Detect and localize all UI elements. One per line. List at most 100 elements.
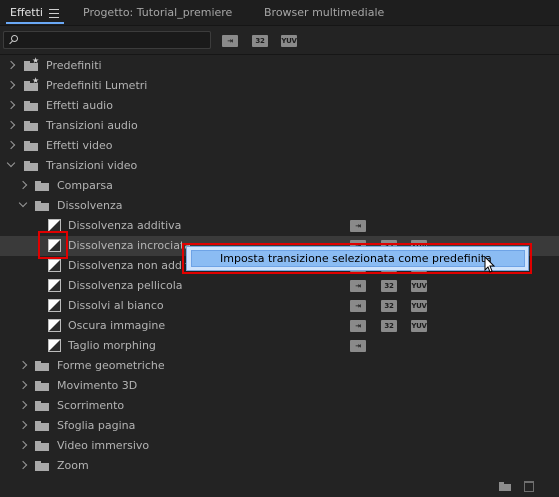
tree-folder-item[interactable]: Forme geometriche — [0, 356, 559, 376]
tree-item-label: Scorrimento — [57, 399, 125, 412]
folder-icon — [24, 101, 38, 111]
accelerated-badge-icon: ⇥ — [350, 280, 366, 292]
transition-icon — [48, 319, 61, 332]
tree-item-label: Movimento 3D — [57, 379, 138, 392]
highlight-box-context-menu — [182, 243, 532, 274]
transition-item[interactable]: Dissolvenza pellicola ⇥ 32 YUV — [0, 276, 559, 296]
yuv-badge-icon: YUV — [411, 320, 427, 332]
tree-item-label: Effetti audio — [46, 99, 113, 112]
folder-icon — [24, 141, 38, 151]
transition-icon — [48, 339, 61, 352]
search-icon — [9, 35, 19, 45]
folder-icon — [35, 441, 49, 451]
tree-item-label: Predefiniti — [46, 59, 102, 72]
search-input[interactable] — [3, 31, 211, 49]
transition-label: Dissolvenza incrociata — [68, 239, 192, 252]
transition-item[interactable]: Taglio morphing ⇥ — [0, 336, 559, 356]
tree-item-label: Transizioni audio — [46, 119, 138, 132]
tree-item-label: Forme geometriche — [57, 359, 165, 372]
tree-item-label: Transizioni video — [46, 159, 138, 172]
tree-folder-item[interactable]: Zoom — [0, 456, 559, 476]
32bit-badge-icon: 32 — [381, 320, 397, 332]
preset-folder-icon: ★ — [24, 76, 39, 91]
tree-folder-item[interactable]: Effetti video — [0, 136, 559, 156]
tree-item-label: Video immersivo — [57, 439, 150, 452]
accelerated-badge-icon: ⇥ — [350, 340, 366, 352]
chevron-right-icon[interactable] — [18, 180, 28, 190]
folder-icon — [35, 461, 49, 471]
chevron-right-icon[interactable] — [18, 420, 28, 430]
tab-progetto[interactable]: Progetto: Tutorial_premiere — [83, 6, 232, 19]
tree-folder-item[interactable]: Comparsa — [0, 176, 559, 196]
tree-folder-item[interactable]: Sfoglia pagina — [0, 416, 559, 436]
folder-icon — [35, 401, 49, 411]
folder-icon — [35, 361, 49, 371]
transition-icon — [48, 279, 61, 292]
tree-folder-item[interactable]: Scorrimento — [0, 396, 559, 416]
tree-folder-item[interactable]: Video immersivo — [0, 436, 559, 456]
tree-item-label: Predefiniti Lumetri — [46, 79, 148, 92]
delete-icon[interactable] — [524, 481, 534, 492]
tab-browser-multimediale[interactable]: Browser multimediale — [264, 6, 384, 19]
transition-label: Dissolvenza additiva — [68, 219, 182, 232]
chevron-right-icon[interactable] — [6, 100, 16, 110]
transition-icon — [48, 299, 61, 312]
tree-item-label: Effetti video — [46, 139, 113, 152]
chevron-down-icon[interactable] — [6, 158, 16, 168]
chevron-right-icon[interactable] — [18, 360, 28, 370]
chevron-right-icon[interactable] — [6, 60, 16, 70]
accelerated-badge-icon: ⇥ — [350, 300, 366, 312]
panel-tab-bar: Effetti Progetto: Tutorial_premiere Brow… — [0, 0, 559, 26]
yuv-filter-button[interactable]: YUV — [281, 35, 297, 47]
highlight-box-transition-icon — [38, 231, 68, 259]
preset-folder-icon: ★ — [24, 56, 39, 71]
new-bin-icon[interactable] — [499, 482, 511, 491]
transition-label: Dissolvenza pellicola — [68, 279, 183, 292]
transition-label: Dissolvi al bianco — [68, 299, 164, 312]
chevron-right-icon[interactable] — [18, 400, 28, 410]
32bit-badge-icon: 32 — [381, 280, 397, 292]
32bit-badge-icon: 32 — [381, 300, 397, 312]
tree-folder-item[interactable]: Transizioni video — [0, 156, 559, 176]
chevron-right-icon[interactable] — [6, 140, 16, 150]
chevron-down-icon[interactable] — [18, 198, 28, 208]
folder-icon — [35, 381, 49, 391]
tree-item-label: Sfoglia pagina — [57, 419, 136, 432]
folder-icon — [24, 121, 38, 131]
chevron-right-icon[interactable] — [18, 380, 28, 390]
panel-menu-icon[interactable] — [49, 9, 59, 21]
tree-folder-item[interactable]: Transizioni audio — [0, 116, 559, 136]
active-tab-indicator — [6, 22, 64, 24]
tree-folder-item[interactable]: ★ Predefiniti Lumetri — [0, 76, 559, 96]
accelerated-badge-icon: ⇥ — [350, 220, 366, 232]
accelerated-effects-filter-button[interactable]: ⇥ — [222, 35, 238, 47]
chevron-right-icon[interactable] — [18, 460, 28, 470]
tree-item-label: Comparsa — [57, 179, 113, 192]
accelerated-badge-icon: ⇥ — [350, 320, 366, 332]
transition-label: Oscura immagine — [68, 319, 166, 332]
divider — [0, 54, 559, 55]
folder-icon — [24, 161, 38, 171]
mouse-pointer-icon — [484, 256, 496, 273]
transition-item[interactable]: Oscura immagine ⇥ 32 YUV — [0, 316, 559, 336]
tab-effetti[interactable]: Effetti — [10, 6, 43, 19]
tree-folder-item[interactable]: ★ Predefiniti — [0, 56, 559, 76]
transition-item[interactable]: Dissolvi al bianco ⇥ 32 YUV — [0, 296, 559, 316]
chevron-right-icon[interactable] — [6, 120, 16, 130]
folder-icon — [35, 201, 49, 211]
chevron-right-icon[interactable] — [6, 80, 16, 90]
transition-label: Taglio morphing — [68, 339, 156, 352]
yuv-badge-icon: YUV — [411, 300, 427, 312]
yuv-badge-icon: YUV — [411, 280, 427, 292]
tree-folder-item[interactable]: Dissolvenza — [0, 196, 559, 216]
transition-item[interactable]: Dissolvenza additiva ⇥ — [0, 216, 559, 236]
chevron-right-icon[interactable] — [18, 440, 28, 450]
tree-folder-item[interactable]: Effetti audio — [0, 96, 559, 116]
folder-icon — [35, 421, 49, 431]
tree-item-label: Zoom — [57, 459, 89, 472]
tree-folder-item[interactable]: Movimento 3D — [0, 376, 559, 396]
folder-icon — [35, 181, 49, 191]
transition-icon — [48, 259, 61, 272]
tree-item-label: Dissolvenza — [57, 199, 123, 212]
32bit-color-filter-button[interactable]: 32 — [252, 35, 268, 47]
